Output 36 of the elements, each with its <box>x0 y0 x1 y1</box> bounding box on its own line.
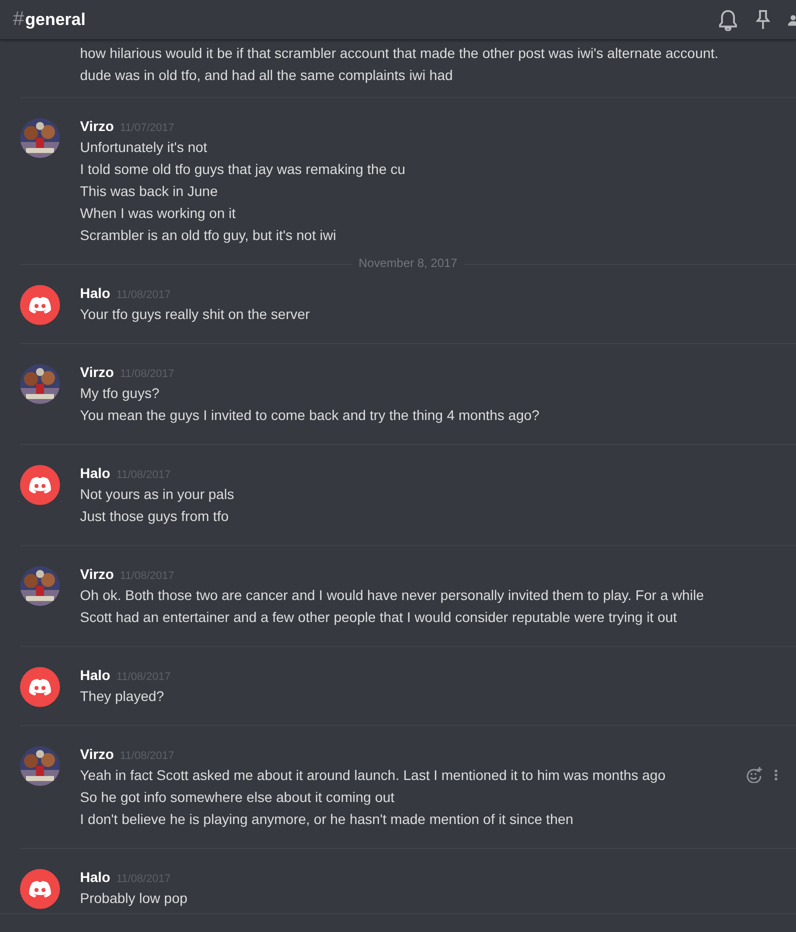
message-text: Yeah in fact Scott asked me about it around launch. Last I mentioned it to him was months ago <box>80 766 666 785</box>
message-text: how hilarious would it be if that scrambler account that made the other post was iwi's alternate account. <box>80 44 718 63</box>
channel-name: #general <box>13 8 86 31</box>
message-text: I told some old tfo guys that jay was remaking the cu <box>80 160 406 179</box>
message-text: When I was working on it <box>80 204 236 223</box>
bell-icon[interactable] <box>718 8 738 30</box>
message-text: Unfortunately it's not <box>80 138 208 157</box>
message-text: They played? <box>80 687 164 706</box>
message-text: Just those guys from tfo <box>80 507 229 526</box>
message-text: My tfo guys? <box>80 384 160 403</box>
message-text: So he got info somewhere else about it coming out <box>80 788 394 807</box>
avatar[interactable] <box>20 465 60 505</box>
avatar[interactable] <box>20 285 60 325</box>
pin-icon[interactable] <box>756 10 770 30</box>
avatar[interactable] <box>20 869 60 909</box>
message-text: This was back in June <box>80 182 218 201</box>
message-text: Scrambler is an old tfo guy, but it's not iwi <box>80 226 336 245</box>
message-text: Probably low pop <box>80 889 188 908</box>
message-text: I don't believe he is playing anymore, or he hasn't made mention of it since then <box>80 810 574 829</box>
message-text: You mean the guys I invited to come back and try the thing 4 months ago? <box>80 406 540 425</box>
username[interactable]: Halo <box>80 867 110 887</box>
message-text: dude was in old tfo, and had all the same complaints iwi had <box>80 66 453 85</box>
username[interactable]: Halo <box>80 283 110 303</box>
username[interactable]: Halo <box>80 463 110 483</box>
username[interactable]: Halo <box>80 665 110 685</box>
date-divider-label: November 8, 2017 <box>352 256 464 270</box>
username[interactable]: Virzo <box>80 116 114 136</box>
username[interactable]: Virzo <box>80 362 114 382</box>
username[interactable]: Virzo <box>80 744 114 764</box>
more-options-icon[interactable] <box>774 769 778 781</box>
username[interactable]: Virzo <box>80 564 114 584</box>
avatar[interactable] <box>20 667 60 707</box>
message-text: Oh ok. Both those two are cancer and I would have never personally invited them to play. For a while Scott had an entertainer and a few other people that I would consider reputable were trying it out <box>80 586 705 627</box>
message-text: Your tfo guys really shit on the server <box>80 305 310 324</box>
message-text: Not yours as in your pals <box>80 485 234 504</box>
add-reaction-icon[interactable] <box>746 767 762 783</box>
